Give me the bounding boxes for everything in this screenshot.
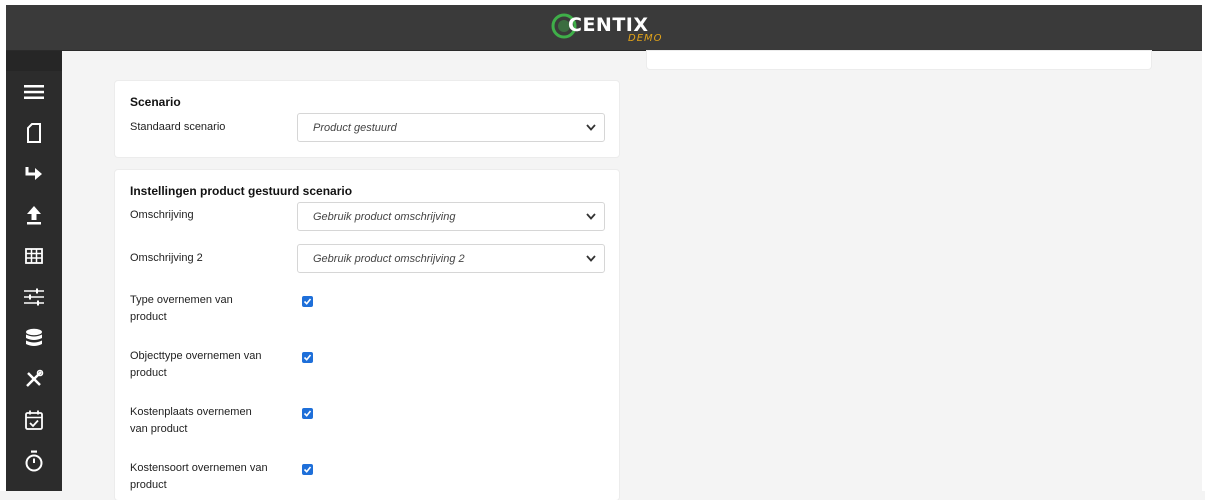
- standard-scenario-label: Standaard scenario: [130, 121, 226, 133]
- description2-value: Gebruik product omschrijving 2: [313, 253, 465, 265]
- database-icon: [26, 328, 42, 346]
- standard-scenario-select[interactable]: Product gestuurd: [297, 113, 605, 142]
- sidebar-item-calendar[interactable]: [6, 399, 62, 440]
- costtype-from-product-checkbox[interactable]: [302, 464, 313, 475]
- description2-label: Omschrijving 2: [130, 252, 203, 264]
- top-bar: CENTIX DEMO: [6, 5, 1202, 51]
- sidebar-item-table[interactable]: [6, 235, 62, 276]
- product-settings-card: Instellingen product gestuurd scenario O…: [115, 170, 619, 500]
- calendar-check-icon: [25, 410, 43, 430]
- main-content: Scenario Standaard scenario Product gest…: [62, 51, 1202, 500]
- chevron-down-icon: [586, 255, 596, 262]
- checkmark-icon: [303, 466, 312, 473]
- sidebar-item-sliders[interactable]: [6, 276, 62, 317]
- sidebar-item-stopwatch[interactable]: [6, 440, 62, 481]
- scenario-title: Scenario: [130, 95, 181, 109]
- logo-subtitle: DEMO: [628, 33, 663, 44]
- type-from-product-checkbox[interactable]: [302, 296, 313, 307]
- sidebar-item-upload[interactable]: [6, 194, 62, 235]
- costcenter-from-product-checkbox[interactable]: [302, 408, 313, 419]
- menu-icon: [24, 84, 44, 99]
- table-icon: [25, 247, 43, 264]
- sidebar-item-forward[interactable]: [6, 153, 62, 194]
- right-panel-card: [647, 51, 1151, 69]
- sidebar-top-strip: [6, 51, 62, 71]
- costcenter-from-product-label: Kostenplaats overnemen van product: [130, 406, 252, 435]
- product-settings-title: Instellingen product gestuurd scenario: [130, 184, 353, 198]
- standard-scenario-value: Product gestuurd: [313, 122, 397, 134]
- app-logo[interactable]: CENTIX DEMO: [544, 9, 684, 47]
- description-label: Omschrijving: [130, 209, 194, 221]
- objecttype-from-product-label: Objecttype overnemen van product: [130, 350, 262, 379]
- sidebar-item-menu[interactable]: [6, 71, 62, 112]
- upload-icon: [27, 205, 41, 224]
- type-from-product-label: Type overnemen van product: [130, 294, 233, 323]
- sidebar-item-document[interactable]: [6, 112, 62, 153]
- sidebar: [6, 51, 62, 491]
- stopwatch-icon: [25, 450, 43, 471]
- chevron-down-icon: [586, 213, 596, 220]
- sliders-icon: [24, 288, 44, 305]
- description2-select[interactable]: Gebruik product omschrijving 2: [297, 244, 605, 273]
- objecttype-from-product-checkbox[interactable]: [302, 352, 313, 363]
- description-value: Gebruik product omschrijving: [313, 211, 456, 223]
- description-select[interactable]: Gebruik product omschrijving: [297, 202, 605, 231]
- forward-arrow-icon: [25, 166, 42, 180]
- chevron-down-icon: [586, 124, 596, 131]
- tools-icon: [26, 369, 44, 387]
- costtype-from-product-label: Kostensoort overnemen van product: [130, 462, 268, 491]
- scenario-card: Scenario Standaard scenario Product gest…: [115, 81, 619, 157]
- sidebar-item-database[interactable]: [6, 317, 62, 358]
- checkmark-icon: [303, 410, 312, 417]
- sidebar-item-tools[interactable]: [6, 358, 62, 399]
- document-icon: [27, 122, 41, 143]
- checkmark-icon: [303, 298, 312, 305]
- checkmark-icon: [303, 354, 312, 361]
